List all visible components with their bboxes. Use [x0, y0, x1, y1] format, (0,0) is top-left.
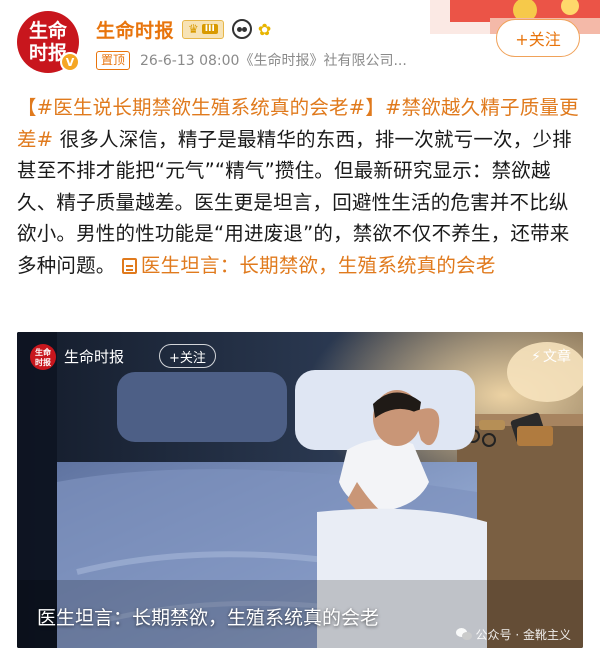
video-avatar-line2: 时报	[35, 357, 51, 367]
verified-icon: V	[60, 52, 80, 72]
watermark-text: 公众号 · 金靴主义	[475, 628, 571, 642]
video-thumbnail	[17, 332, 583, 648]
video-avatar-line1: 生命	[35, 347, 51, 357]
bolt-icon: ⚡	[531, 349, 541, 365]
vip-badge[interactable]: ♛ III	[182, 19, 224, 39]
follow-button[interactable]: +关注	[496, 19, 580, 57]
post-meta: 置顶 26-6-13 08:00《生命时报》社有限公司...	[96, 49, 407, 71]
link-icon	[121, 257, 137, 274]
topic-tag-1[interactable]: 【#医生说长期禁欲生殖系统真的会老#】	[17, 96, 385, 119]
article-link[interactable]: 医生坦言：长期禁欲，生殖系统真的会老	[121, 253, 496, 277]
account-name[interactable]: 生命时报	[96, 16, 174, 43]
video-channel-name[interactable]: 生命时报	[64, 345, 124, 369]
vip-level: III	[201, 24, 218, 34]
video-channel-avatar[interactable]: 生命 时报	[30, 344, 56, 370]
crown-icon: ♛	[188, 22, 199, 36]
post-time-source: 26-6-13 08:00《生命时报》社有限公司...	[140, 53, 407, 69]
flower-emoji-icon: ✿	[257, 19, 272, 39]
avatar-text-line1: 生命	[28, 20, 67, 42]
video-follow-button[interactable]: +关注	[159, 344, 216, 368]
watermark: 公众号 · 金靴主义	[455, 626, 571, 643]
panda-emoji-icon	[231, 19, 252, 39]
article-label: 文章	[543, 349, 571, 365]
video-caption: 医生坦言：长期禁欲，生殖系统真的会老	[37, 607, 380, 629]
video-card[interactable]: 生命 时报 生命时报 +关注 ⚡ 文章 医生坦言：长期禁欲，生殖系统真的会老 公…	[17, 332, 583, 648]
name-row: 生命时报 ♛ III ✿	[96, 15, 271, 43]
post-header: 生命 时报 V 生命时报 ♛ III ✿ 置顶 26-6-13 08:00《生命…	[0, 0, 600, 82]
wechat-icon	[455, 628, 472, 641]
article-button[interactable]: ⚡ 文章	[531, 345, 571, 369]
post-text: 【#医生说长期禁欲生殖系统真的会老#】#禁欲越久精子质量更差# 很多人深信，精子…	[17, 92, 585, 281]
pinned-tag: 置顶	[96, 50, 131, 70]
article-link-text: 医生坦言：长期禁欲，生殖系统真的会老	[140, 253, 496, 277]
